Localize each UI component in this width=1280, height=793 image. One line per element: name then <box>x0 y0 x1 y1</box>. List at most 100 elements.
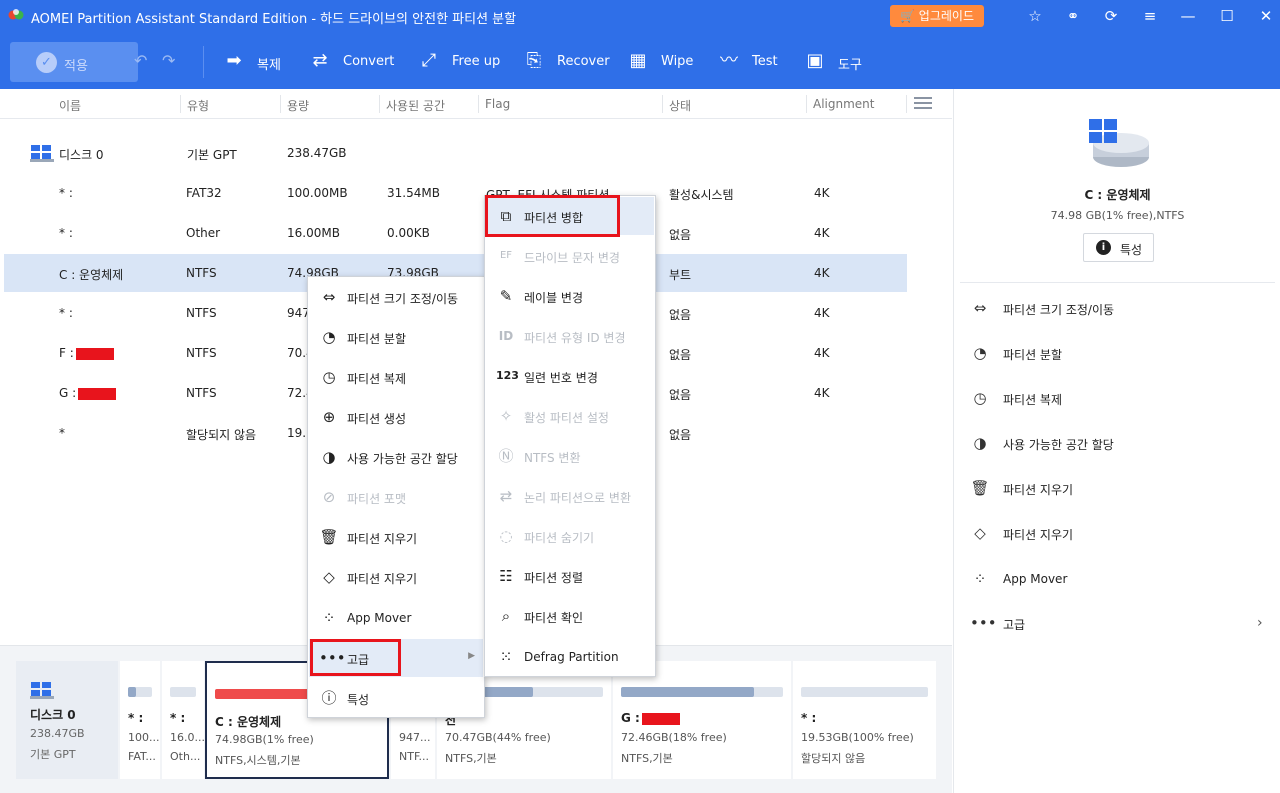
menu-item-delete[interactable]: 🗑 파티션 지우기 <box>309 518 483 556</box>
tools-label: 도구 <box>838 58 862 73</box>
column-separator[interactable] <box>906 95 907 113</box>
partition-alignment: 4K <box>814 186 830 200</box>
menu-item-resize[interactable]: ⇔ 파티션 크기 조정/이동 <box>309 278 483 316</box>
chevron-right-icon[interactable]: › <box>1257 615 1263 631</box>
partition-type: NTFS <box>186 306 217 320</box>
panel-item-label: 고급 <box>1003 618 1026 632</box>
properties-button[interactable]: i 특성 <box>1083 233 1154 262</box>
column-header-type[interactable]: 유형 <box>187 97 209 114</box>
menu-item-clone[interactable]: ◷ 파티션 복제 <box>309 358 483 396</box>
align-icon: ☷ <box>499 567 513 585</box>
partition-card-type: NTFS,기본 <box>445 752 497 765</box>
submenu-item-label: 파티션 숨기기 <box>524 531 595 545</box>
submenu-item-label-change[interactable]: ✎ 레이블 변경 <box>486 277 654 315</box>
menu-icon[interactable]: ≡ <box>1140 6 1160 26</box>
menu-item-label: 특성 <box>347 693 370 707</box>
column-header-status[interactable]: 상태 <box>669 97 691 114</box>
submenu-item-label: 파티션 확인 <box>524 611 584 625</box>
column-header-alignment[interactable]: Alignment <box>813 97 874 111</box>
partition-name: * <box>59 426 65 440</box>
panel-item-label: 파티션 복제 <box>1003 393 1063 407</box>
star-icon[interactable]: ☆ <box>1025 6 1045 26</box>
column-separator[interactable] <box>662 95 663 113</box>
disk-card-type: 기본 GPT <box>30 748 76 761</box>
pencil-icon: ✎ <box>499 287 513 305</box>
partition-name: C : 운영체제 <box>59 268 124 282</box>
menu-item-format: ⊘ 파티션 포맷 <box>309 478 483 516</box>
column-separator[interactable] <box>379 95 380 113</box>
trash-icon: 🗑 <box>319 528 339 546</box>
submenu-item-drive-letter: EF 드라이브 문자 변경 <box>486 237 654 275</box>
share-icon[interactable]: ⚭ <box>1063 6 1083 26</box>
toolbar-separator <box>203 46 204 78</box>
table-header: 이름 유형 용량 사용된 공간 Flag 상태 Alignment <box>0 89 952 119</box>
highlight-box-merge <box>485 195 620 237</box>
submenu-item-label: 논리 파티션으로 변환 <box>524 491 631 505</box>
submenu-item-align[interactable]: ☷ 파티션 정렬 <box>486 557 654 595</box>
panel-divider <box>960 282 1275 283</box>
menu-item-label: 파티션 생성 <box>347 412 407 426</box>
partition-status: 부트 <box>669 268 692 282</box>
submenu-item-hide: ◌ 파티션 숨기기 <box>486 517 654 555</box>
column-separator[interactable] <box>180 95 181 113</box>
table-row[interactable]: * : FAT32 100.00MB 31.54MB GPT, EFI 시스템 … <box>4 174 907 212</box>
panel-item-label: 파티션 크기 조정/이동 <box>1003 303 1115 317</box>
menu-item-create[interactable]: ⊕ 파티션 생성 <box>309 398 483 436</box>
partition-card[interactable]: G : 72.46GB(18% free) NTFS,기본 <box>613 661 791 779</box>
column-header-used[interactable]: 사용된 공간 <box>386 97 445 114</box>
apply-button[interactable]: ✓ 적용 <box>10 42 138 82</box>
panel-item-label: 파티션 분할 <box>1003 348 1063 362</box>
columns-settings-icon[interactable] <box>914 97 932 111</box>
selected-partition-name: C : 운영체제 <box>1084 188 1151 202</box>
disk-card[interactable]: 디스크 0 238.47GB 기본 GPT <box>16 661 118 779</box>
column-header-name[interactable]: 이름 <box>59 97 81 114</box>
close-icon[interactable]: ✕ <box>1256 6 1276 26</box>
menu-item-wipe[interactable]: ◇ 파티션 지우기 <box>309 558 483 596</box>
usage-bar <box>621 687 783 697</box>
partition-name: F : <box>59 346 114 360</box>
partition-card-size: 16.0... <box>170 731 204 744</box>
column-separator[interactable] <box>478 95 479 113</box>
undo-icon[interactable]: ↶ <box>134 51 147 70</box>
maximize-icon[interactable]: ☐ <box>1217 6 1237 26</box>
submenu-item-label: 파티션 정렬 <box>524 571 584 585</box>
menu-item-properties[interactable]: ⓘ 특성 <box>309 679 483 717</box>
menu-item-split[interactable]: ◔ 파티션 분할 <box>309 318 483 356</box>
upgrade-button[interactable]: 🛒 업그레이드 <box>890 5 984 27</box>
submenu-item-serial[interactable]: 123 일련 번호 변경 <box>486 357 654 395</box>
partition-card[interactable]: * : 16.0... Oth... <box>162 661 204 779</box>
operations-panel: C : 운영체제 74.98 GB(1% free),NTFS i 특성 ⇔ 파티… <box>953 89 1280 793</box>
search-icon: ⌕ <box>501 607 511 625</box>
recover-label: Recover <box>557 54 610 69</box>
menu-item-allocate[interactable]: ◑ 사용 가능한 공간 할당 <box>309 438 483 476</box>
submenu-item-label: NTFS 변환 <box>524 451 581 465</box>
table-row[interactable]: * : Other 16.00MB 0.00KB 없음 4K <box>4 214 907 252</box>
disk-name: 디스크 0 <box>59 148 104 162</box>
partition-card[interactable]: * : 19.53GB(100% free) 할당되지 않음 <box>793 661 936 779</box>
split-partition-icon: ◔ <box>973 344 987 362</box>
highlight-box-advanced <box>310 639 401 676</box>
redo-icon[interactable]: ↷ <box>162 51 175 70</box>
submenu-item-label: Defrag Partition <box>524 650 619 664</box>
minimize-icon[interactable]: — <box>1178 6 1198 26</box>
partition-status: 활성&시스템 <box>669 188 734 202</box>
disk-row[interactable]: 디스크 0 기본 GPT 238.47GB <box>4 134 907 172</box>
refresh-icon[interactable]: ⟳ <box>1101 6 1121 26</box>
column-separator[interactable] <box>280 95 281 113</box>
allocate-space-icon: ◑ <box>973 434 987 452</box>
partition-card-name: * : <box>170 711 186 725</box>
menu-item-app-mover[interactable]: ⁘ App Mover <box>309 599 483 637</box>
partition-alignment: 4K <box>814 346 830 360</box>
allocate-space-icon: ◑ <box>322 448 336 466</box>
recover-icon: ⎘ <box>526 50 542 71</box>
partition-card[interactable]: * : 100... FAT... <box>120 661 160 779</box>
panel-item-label: 파티션 지우기 <box>1003 483 1074 497</box>
column-separator[interactable] <box>806 95 807 113</box>
menu-item-label: 파티션 지우기 <box>347 572 418 586</box>
submenu-item-defrag[interactable]: ⁙ Defrag Partition <box>486 638 654 676</box>
check-icon: ✓ <box>36 52 57 73</box>
column-header-capacity[interactable]: 용량 <box>287 97 309 114</box>
column-header-flag[interactable]: Flag <box>485 97 510 111</box>
submenu-item-check[interactable]: ⌕ 파티션 확인 <box>486 597 654 635</box>
redacted-label <box>78 387 117 400</box>
